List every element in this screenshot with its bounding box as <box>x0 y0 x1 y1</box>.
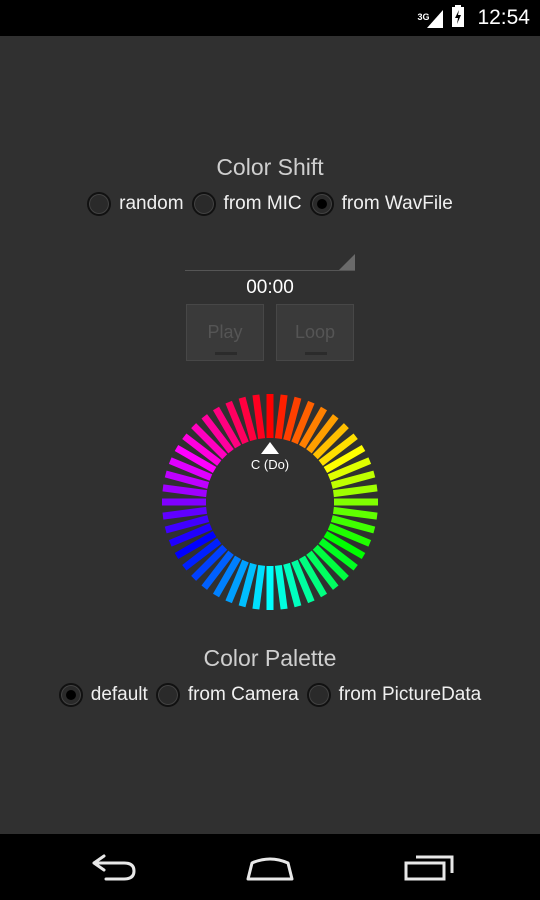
signal-icon: 3G <box>417 6 445 30</box>
back-button[interactable] <box>83 848 143 888</box>
note-pointer-icon <box>261 442 279 454</box>
battery-icon <box>451 4 465 33</box>
wavfile-spinner[interactable] <box>185 250 355 271</box>
radio-button-icon[interactable] <box>155 683 180 707</box>
recent-apps-icon <box>404 855 454 881</box>
radio-label: from WavFile <box>341 193 453 214</box>
wheel-segment[interactable] <box>332 506 378 520</box>
wheel-segment[interactable] <box>162 506 208 520</box>
wheel-segment[interactable] <box>274 394 288 440</box>
playback-time: 00:00 <box>246 277 294 298</box>
color-shift-radio-group: random from MIC from WavFile <box>0 192 540 216</box>
radio-from-mic[interactable]: from MIC <box>191 192 302 216</box>
recent-apps-button[interactable] <box>398 848 458 888</box>
dropdown-corner-icon <box>339 254 355 270</box>
status-icons: 3G 12:54 <box>417 0 530 36</box>
network-type-label: 3G <box>417 12 430 22</box>
color-palette-radio-group: default from Camera from PictureData <box>0 683 540 707</box>
radio-button-icon[interactable] <box>306 683 331 707</box>
radio-from-picturedata[interactable]: from PictureData <box>306 683 482 707</box>
navigation-bar <box>0 834 540 900</box>
radio-label: from Camera <box>187 684 299 705</box>
wheel-segment[interactable] <box>332 484 378 498</box>
status-clock: 12:54 <box>477 6 530 29</box>
play-indicator <box>215 352 237 355</box>
radio-from-wavfile[interactable]: from WavFile <box>309 192 453 216</box>
radio-button-icon[interactable] <box>191 192 216 216</box>
color-wheel-svg[interactable] <box>160 392 380 612</box>
radio-default[interactable]: default <box>58 683 148 707</box>
loop-indicator <box>305 352 327 355</box>
color-shift-title: Color Shift <box>216 154 324 180</box>
radio-label: default <box>90 684 148 705</box>
status-bar: 3G 12:54 <box>0 0 540 36</box>
play-button-label: Play <box>207 322 243 342</box>
play-button[interactable]: Play <box>186 304 264 361</box>
radio-button-checked-icon[interactable] <box>58 683 83 707</box>
loop-button[interactable]: Loop <box>276 304 354 361</box>
radio-label: from PictureData <box>338 684 482 705</box>
radio-from-camera[interactable]: from Camera <box>155 683 299 707</box>
back-arrow-icon <box>92 854 136 881</box>
home-button[interactable] <box>240 848 300 888</box>
note-label: C (Do) <box>250 457 290 472</box>
radio-button-icon[interactable] <box>87 192 112 216</box>
wheel-segment[interactable] <box>252 564 266 610</box>
wheel-segment[interactable] <box>252 394 266 440</box>
radio-label: from MIC <box>223 193 302 214</box>
radio-button-checked-icon[interactable] <box>309 192 334 216</box>
wheel-segment[interactable] <box>162 484 208 498</box>
loop-button-label: Loop <box>294 322 336 342</box>
radio-random[interactable]: random <box>87 192 184 216</box>
radio-label: random <box>119 193 184 214</box>
color-wheel[interactable] <box>160 392 380 612</box>
color-palette-title: Color Palette <box>203 645 337 671</box>
home-icon <box>246 857 294 881</box>
wheel-segment[interactable] <box>274 564 288 610</box>
